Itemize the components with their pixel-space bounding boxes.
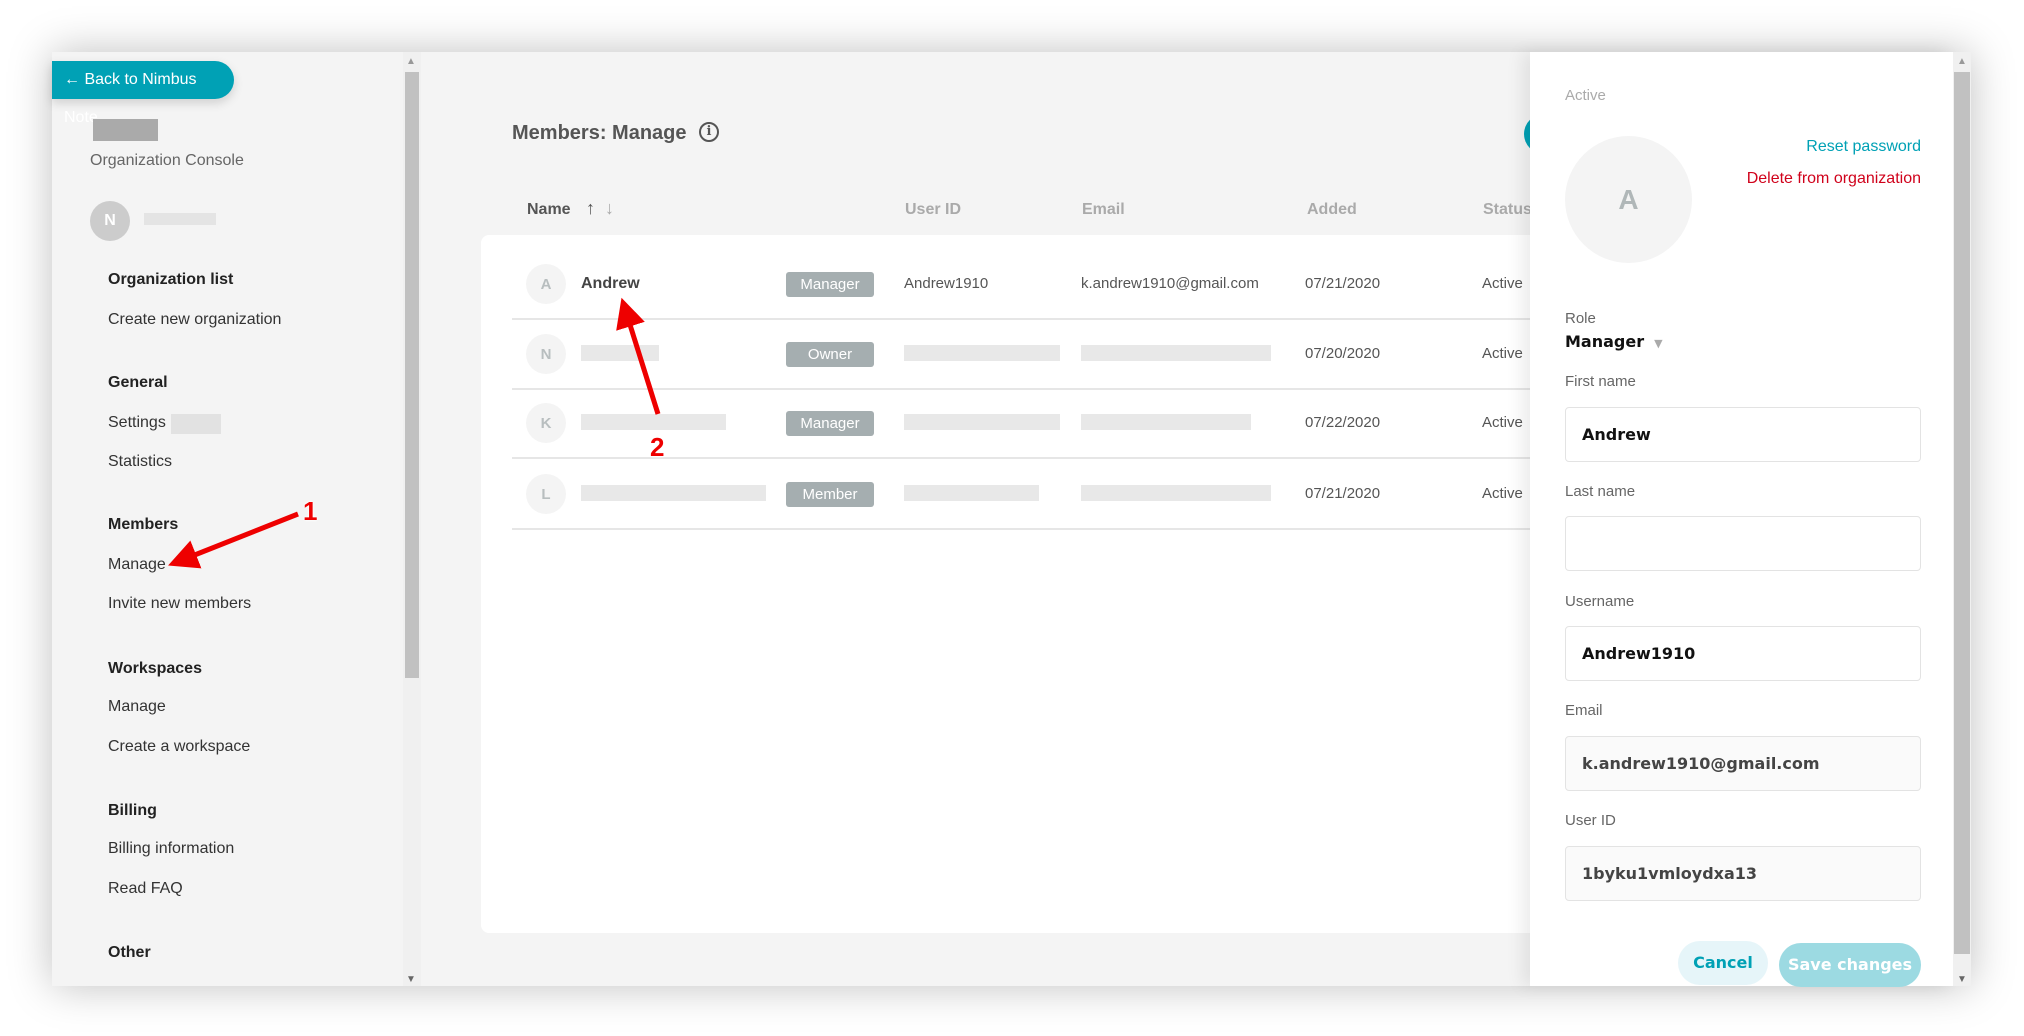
annotation-label-2: 2 [650, 432, 665, 462]
annotation-arrow-2 [616, 297, 661, 415]
annotation-label-1: 1 [303, 496, 318, 526]
annotation-arrow-1 [168, 511, 299, 569]
